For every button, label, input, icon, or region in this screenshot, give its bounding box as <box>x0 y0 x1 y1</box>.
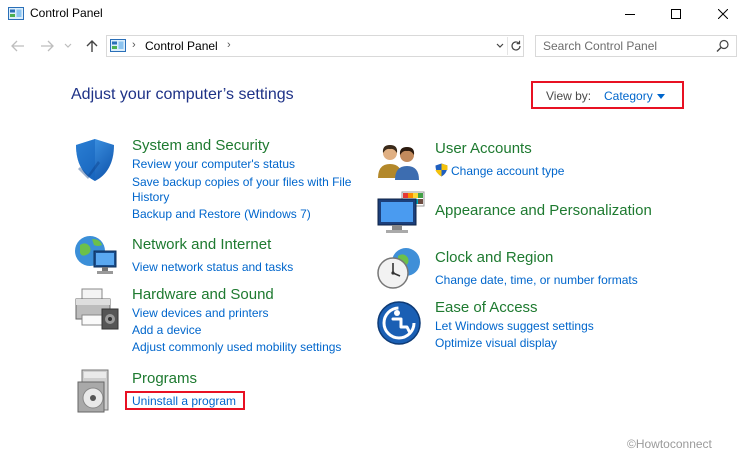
printer-icon[interactable] <box>72 287 120 331</box>
up-arrow-icon <box>86 40 98 52</box>
view-by-highlight: View by: Category <box>531 81 684 109</box>
view-by-dropdown[interactable]: Category <box>604 89 653 103</box>
category-title-clock-region[interactable]: Clock and Region <box>435 249 553 266</box>
chevron-down-icon <box>64 43 72 48</box>
category-title-programs[interactable]: Programs <box>132 370 197 387</box>
minimize-button[interactable] <box>607 0 653 28</box>
shield-icon[interactable] <box>72 137 118 183</box>
link-optimize-display[interactable]: Optimize visual display <box>435 336 557 350</box>
caret-down-icon[interactable] <box>657 94 665 99</box>
refresh-button[interactable] <box>507 37 523 55</box>
chevron-down-icon <box>496 43 504 48</box>
link-mobility-settings[interactable]: Adjust commonly used mobility settings <box>132 340 341 354</box>
window-title: Control Panel <box>30 6 103 20</box>
category-title-system-security[interactable]: System and Security <box>132 137 270 154</box>
page-title: Adjust your computer’s settings <box>71 86 294 103</box>
programs-disc-icon[interactable] <box>76 368 116 414</box>
up-button[interactable] <box>83 37 101 55</box>
link-uninstall-program[interactable]: Uninstall a program <box>132 394 236 408</box>
clock-globe-icon[interactable] <box>376 246 424 290</box>
link-save-backup[interactable]: Save backup copies of your files with Fi… <box>132 175 351 189</box>
search-box[interactable] <box>535 35 737 57</box>
maximize-button[interactable] <box>653 0 699 28</box>
close-button[interactable] <box>700 0 746 28</box>
search-input[interactable] <box>536 36 714 56</box>
forward-button[interactable] <box>38 37 56 55</box>
link-add-device[interactable]: Add a device <box>132 323 201 337</box>
recent-locations-button[interactable] <box>62 37 74 55</box>
users-icon[interactable] <box>376 140 424 180</box>
category-title-ease-of-access[interactable]: Ease of Access <box>435 299 538 316</box>
link-backup-restore[interactable]: Backup and Restore (Windows 7) <box>132 207 311 221</box>
close-icon <box>718 9 728 19</box>
category-title-hardware-sound[interactable]: Hardware and Sound <box>132 286 274 303</box>
address-bar[interactable]: › Control Panel › <box>106 35 524 57</box>
link-save-backup-cont[interactable]: History <box>132 190 169 204</box>
uac-shield-icon <box>435 163 448 177</box>
refresh-icon <box>510 40 521 51</box>
category-title-network-internet[interactable]: Network and Internet <box>132 236 271 253</box>
control-panel-icon <box>8 7 24 20</box>
search-icon[interactable] <box>716 39 730 53</box>
network-globe-icon[interactable] <box>72 233 120 277</box>
chevron-right-icon[interactable]: › <box>227 39 231 51</box>
maximize-icon <box>671 9 681 19</box>
category-title-appearance[interactable]: Appearance and Personalization <box>435 202 652 219</box>
address-dropdown-button[interactable] <box>493 38 507 54</box>
category-title-user-accounts[interactable]: User Accounts <box>435 140 532 157</box>
minimize-icon <box>625 14 635 15</box>
title-bar: Control Panel <box>0 0 746 28</box>
watermark: ©Howtoconnect <box>627 437 712 451</box>
ease-of-access-icon[interactable] <box>376 300 422 346</box>
view-by-label: View by: <box>546 89 592 103</box>
chevron-right-icon[interactable]: › <box>132 39 136 51</box>
link-view-network-status[interactable]: View network status and tasks <box>132 260 293 274</box>
link-view-devices-printers[interactable]: View devices and printers <box>132 306 269 320</box>
forward-arrow-icon <box>41 40 54 52</box>
breadcrumb-control-panel[interactable]: Control Panel <box>145 39 218 53</box>
link-review-status[interactable]: Review your computer's status <box>132 157 295 171</box>
link-change-date-time[interactable]: Change date, time, or number formats <box>435 273 638 287</box>
control-panel-icon <box>110 39 126 52</box>
back-button[interactable] <box>9 37 27 55</box>
appearance-monitor-icon[interactable] <box>376 191 426 235</box>
link-change-account-type[interactable]: Change account type <box>451 164 564 178</box>
link-suggest-settings[interactable]: Let Windows suggest settings <box>435 319 594 333</box>
back-arrow-icon <box>11 40 24 52</box>
